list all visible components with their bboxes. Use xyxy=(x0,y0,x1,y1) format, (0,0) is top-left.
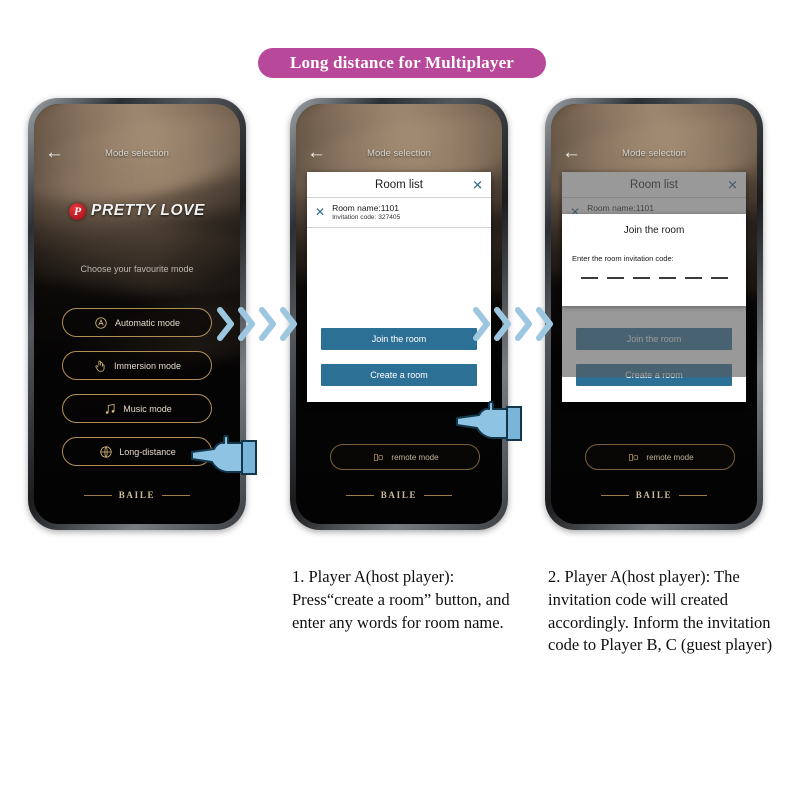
hand-pointer-cursor xyxy=(191,434,257,475)
join-room-title: Join the room xyxy=(623,225,685,236)
chevron-right-icon xyxy=(280,307,297,341)
invitation-code-input[interactable] xyxy=(562,277,746,279)
globe-icon xyxy=(98,444,113,459)
mode-label: Automatic mode xyxy=(114,317,181,328)
divider-line xyxy=(600,494,629,496)
dialog-empty-area xyxy=(307,228,491,328)
phone-screen-3: ← Mode selection remote mode BAILE Room … xyxy=(551,104,757,524)
background-swirl xyxy=(34,147,240,237)
divider-line xyxy=(345,494,374,496)
hand-pointer-cursor xyxy=(456,400,522,441)
divider-line xyxy=(424,494,453,496)
code-digit-slot[interactable] xyxy=(684,277,702,279)
hand-pointer-icon xyxy=(93,358,108,373)
mode-button-automatic[interactable]: Automatic mode xyxy=(62,308,212,337)
page-title-banner: Long distance for Multiplayer xyxy=(258,48,546,78)
chevron-right-icon xyxy=(259,307,276,341)
chevron-right-icon xyxy=(473,307,490,341)
dialog-title: Room list xyxy=(630,178,678,191)
chevron-right-icon xyxy=(494,307,511,341)
room-name-label: Room name:1101 xyxy=(332,203,399,213)
screen-title: Mode selection xyxy=(367,148,431,159)
brand-name: PRETTY LOVE xyxy=(91,202,205,219)
dialog-title: Room list xyxy=(375,178,423,191)
code-digit-slot[interactable] xyxy=(710,277,728,279)
join-the-room-button[interactable]: Join the room xyxy=(321,328,477,350)
remote-device-icon xyxy=(371,450,386,465)
remote-mode-label: remote mode xyxy=(391,452,439,462)
mode-button-music[interactable]: Music mode xyxy=(62,394,212,423)
footer-brand: BAILE xyxy=(34,490,240,500)
mode-label: Long-distance xyxy=(119,446,176,457)
divider-line xyxy=(679,494,708,496)
flow-arrows-2 xyxy=(472,302,555,346)
mode-prompt: Choose your favourite mode xyxy=(80,264,194,274)
mode-selection-screen: ← Mode selection remote mode BAILE Room … xyxy=(551,104,757,524)
close-x-icon[interactable]: ✕ xyxy=(727,178,738,191)
background-swirl xyxy=(34,212,240,306)
mode-button-immersion[interactable]: Immersion mode xyxy=(62,351,212,380)
footer-brand: BAILE xyxy=(551,490,757,500)
brand-logo: P PRETTY LOVE xyxy=(34,202,240,220)
footer-brand-label: BAILE xyxy=(118,490,156,500)
room-list-item[interactable]: ✕ Room name:1101 Invitation code: 327405 xyxy=(307,198,491,228)
create-a-room-button[interactable]: Create a room xyxy=(576,364,732,386)
room-name-label: Room name:1101 xyxy=(587,203,654,213)
remote-device-icon xyxy=(626,450,641,465)
dialog-header: Room list ✕ xyxy=(562,172,746,198)
invitation-code-prompt: Enter the room invitation code: xyxy=(572,254,674,263)
logo-badge-icon: P xyxy=(69,202,86,220)
mode-label: Music mode xyxy=(123,403,172,414)
code-digit-slot[interactable] xyxy=(606,277,624,279)
footer-brand-label: BAILE xyxy=(635,490,673,500)
divider-line xyxy=(83,494,112,496)
join-room-panel: Join the room Enter the room invitation … xyxy=(562,214,746,306)
music-note-icon xyxy=(102,401,117,416)
close-x-icon[interactable]: ✕ xyxy=(472,178,483,191)
room-list-dialog: Room list ✕ ✕ Room name:1101 Invitation … xyxy=(307,172,491,402)
divider-line xyxy=(162,494,191,496)
footer-brand-label: BAILE xyxy=(380,490,418,500)
chevron-right-icon xyxy=(536,307,553,341)
invitation-code-label: Invitation code: 327405 xyxy=(332,214,401,221)
infographic-root: Long distance for Multiplayer ← Mode sel… xyxy=(0,0,800,800)
footer-brand: BAILE xyxy=(296,490,502,500)
phone-mockup-3: ← Mode selection remote mode BAILE Room … xyxy=(545,98,763,530)
dialog-action-buttons: Join the room Create a room xyxy=(307,328,491,402)
mode-label: Immersion mode xyxy=(113,360,182,371)
room-item-text: Room name:1101 Invitation code: 327405 xyxy=(332,203,400,221)
dialog-header: Room list ✕ xyxy=(307,172,491,198)
caption-step-2: 2. Player A(host player): The invitation… xyxy=(548,567,773,655)
remote-mode-button[interactable]: remote mode xyxy=(585,444,735,470)
chevron-right-icon xyxy=(238,307,255,341)
create-a-room-button[interactable]: Create a room xyxy=(321,364,477,386)
code-digit-slot[interactable] xyxy=(580,277,598,279)
chevron-right-icon xyxy=(217,307,234,341)
remote-mode-button[interactable]: remote mode xyxy=(330,444,480,470)
code-digit-slot[interactable] xyxy=(658,277,676,279)
screen-title: Mode selection xyxy=(622,148,686,159)
remove-x-icon[interactable]: ✕ xyxy=(315,206,325,218)
caption-step-1: 1. Player A(host player): Press“create a… xyxy=(292,567,510,632)
flow-arrows-1 xyxy=(216,302,299,346)
chevron-right-icon xyxy=(515,307,532,341)
remote-mode-label: remote mode xyxy=(646,452,694,462)
dialog-action-buttons: Join the room Create a room xyxy=(562,328,746,402)
automatic-a-circle-icon xyxy=(94,315,109,330)
code-digit-slot[interactable] xyxy=(632,277,650,279)
join-the-room-button[interactable]: Join the room xyxy=(576,328,732,350)
screen-title: Mode selection xyxy=(105,148,169,159)
